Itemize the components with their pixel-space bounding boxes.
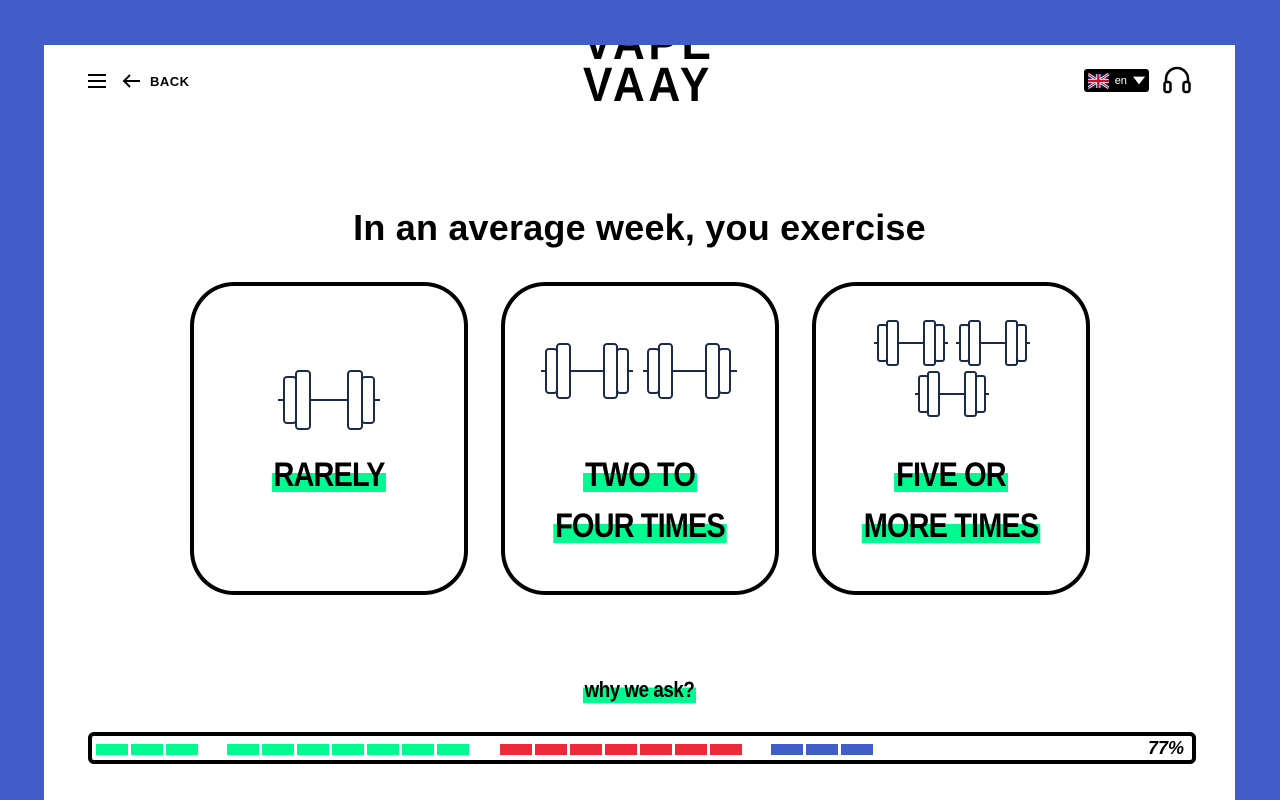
option-label-five-or-more: FIVE OR MORE TIMES — [836, 450, 1066, 552]
option-label-two-to-four: TWO TO FOUR TIMES — [525, 450, 755, 552]
logo-line-2: VAAY — [582, 59, 714, 112]
progress-segment — [131, 744, 163, 755]
progress-segment — [96, 744, 128, 755]
page-panel: BACK VAPE VAAY en In an average week, yo… — [44, 45, 1235, 800]
option-card-five-or-more[interactable]: FIVE OR MORE TIMES — [812, 282, 1090, 595]
progress-segment — [367, 744, 399, 755]
option-label-rarely: RARELY — [214, 450, 444, 501]
progress-segment — [535, 744, 567, 755]
why-we-ask-label: why we ask? — [582, 677, 697, 703]
progress-segment — [437, 744, 469, 755]
uk-flag-icon — [1088, 72, 1109, 89]
progress-segment — [841, 744, 873, 755]
progress-segment — [227, 744, 259, 755]
language-code: en — [1114, 74, 1127, 87]
option-label-line2: FOUR TIMES — [553, 507, 727, 545]
progress-segment — [570, 744, 602, 755]
vape-vaay-logo[interactable]: VAPE VAAY — [582, 45, 714, 113]
single-dumbbell-icon — [278, 370, 380, 430]
progress-bar: 77% — [88, 732, 1196, 764]
progress-segment — [605, 744, 637, 755]
progress-segment — [771, 744, 803, 755]
progress-segment — [710, 744, 742, 755]
progress-segment — [332, 744, 364, 755]
back-label: BACK — [150, 73, 190, 89]
progress-segment — [806, 744, 838, 755]
progress-segment — [297, 744, 329, 755]
headphones-icon[interactable] — [1162, 65, 1192, 95]
two-dumbbells-icon — [541, 343, 737, 399]
arrow-left-icon — [122, 74, 140, 88]
option-card-two-to-four[interactable]: TWO TO FOUR TIMES — [501, 282, 779, 595]
why-we-ask-link[interactable]: why we ask? — [44, 677, 1235, 703]
option-label-line2: MORE TIMES — [862, 507, 1040, 545]
three-dumbbells-icon — [874, 320, 1030, 417]
progress-value: 77% — [1147, 738, 1184, 758]
language-select[interactable]: en — [1084, 69, 1149, 92]
progress-segment — [675, 744, 707, 755]
progress-segment — [166, 744, 198, 755]
question-heading: In an average week, you exercise — [353, 207, 926, 248]
progress-segment — [640, 744, 672, 755]
option-card-rarely[interactable]: RARELY — [190, 282, 468, 595]
option-label-line1: RARELY — [271, 456, 387, 494]
progress-segment — [262, 744, 294, 755]
back-button[interactable]: BACK — [122, 71, 190, 91]
hamburger-menu-icon[interactable] — [88, 73, 106, 89]
option-label-line1: TWO TO — [583, 456, 697, 494]
progress-segment — [500, 744, 532, 755]
progress-segment — [402, 744, 434, 755]
caret-down-icon — [1132, 76, 1145, 85]
option-label-line1: FIVE OR — [894, 456, 1008, 494]
